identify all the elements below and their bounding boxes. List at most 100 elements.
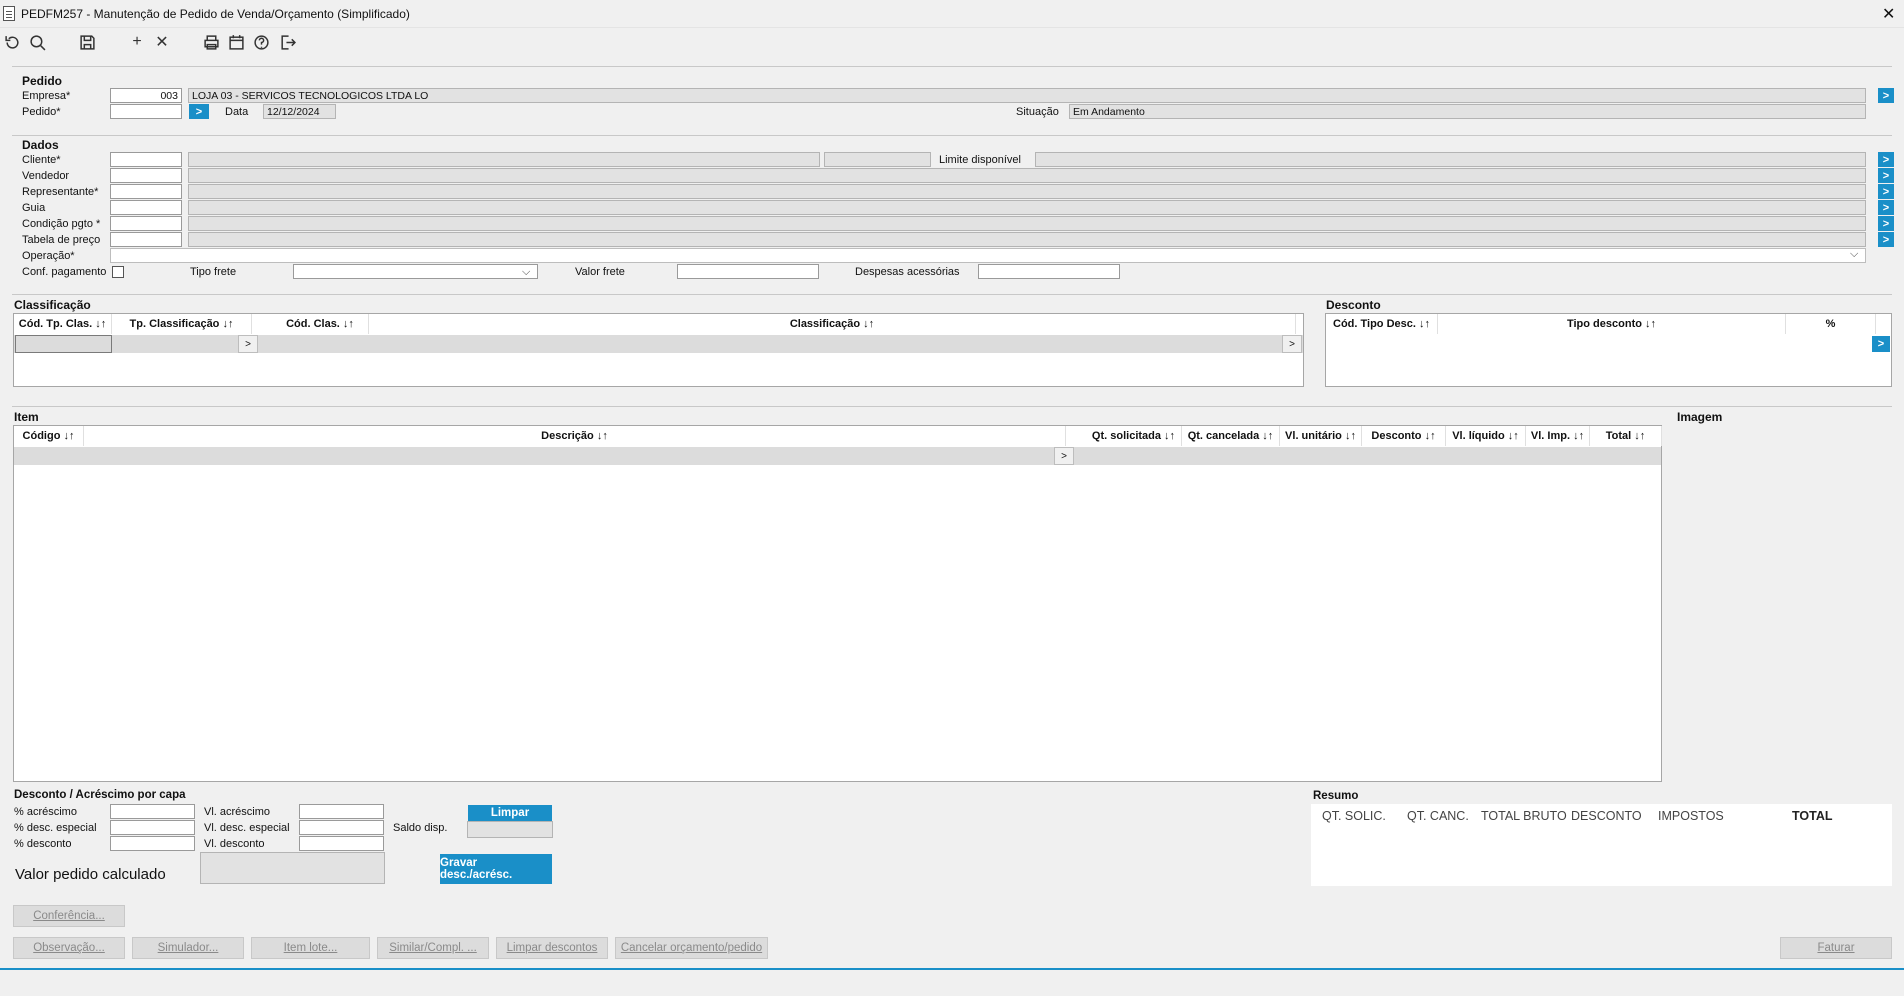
help-icon[interactable]	[251, 32, 271, 52]
col-cod-tipo-desc[interactable]: Cód. Tipo Desc. ↓↑	[1326, 314, 1438, 334]
gravar-button[interactable]: Gravar desc./acrésc.	[440, 854, 552, 884]
cliente-lookup-button[interactable]: >	[1878, 152, 1894, 167]
cliente-input[interactable]	[110, 152, 182, 167]
col-vl-unitario[interactable]: Vl. unitário ↓↑	[1280, 426, 1362, 446]
classificacao-row[interactable]	[14, 335, 1303, 353]
data-label: Data	[225, 106, 249, 118]
condicao-lookup-button[interactable]: >	[1878, 216, 1894, 231]
col-percent[interactable]: %	[1786, 314, 1876, 334]
divider	[12, 66, 1892, 67]
item-section-title: Item	[14, 410, 39, 424]
col-vl-imp[interactable]: Vl. Imp. ↓↑	[1526, 426, 1590, 446]
representante-input[interactable]	[110, 184, 182, 199]
conferencia-button[interactable]: Conferência...	[13, 905, 125, 927]
desconto-section-title: Desconto	[1326, 298, 1381, 312]
situacao-label: Situação	[1016, 106, 1059, 118]
classificacao-row-button-2[interactable]: >	[1282, 335, 1302, 353]
col-vl-liquido[interactable]: Vl. líquido ↓↑	[1446, 426, 1526, 446]
despesas-input[interactable]	[978, 264, 1120, 279]
guia-input[interactable]	[110, 200, 182, 215]
tipo-frete-label: Tipo frete	[190, 266, 237, 278]
desconto-add-button[interactable]: >	[1872, 336, 1890, 352]
divider	[12, 406, 1892, 407]
calendar-icon[interactable]	[226, 32, 246, 52]
conf-pagamento-label: Conf. pagamento	[22, 266, 107, 278]
representante-name-field	[188, 184, 1866, 199]
delete-icon[interactable]: ✕	[152, 32, 172, 52]
col-tipo-desconto[interactable]: Tipo desconto ↓↑	[1438, 314, 1786, 334]
pct-desconto-input[interactable]	[110, 836, 195, 851]
limite-field	[1035, 152, 1866, 167]
add-icon[interactable]: +	[127, 32, 147, 52]
conf-pagamento-checkbox[interactable]	[112, 266, 124, 278]
pct-acrescimo-input[interactable]	[110, 804, 195, 819]
vendedor-input[interactable]	[110, 168, 182, 183]
resumo-total: TOTAL	[1792, 809, 1833, 823]
vl-desconto-input[interactable]	[299, 836, 384, 851]
faturar-button[interactable]: Faturar	[1780, 937, 1892, 959]
print-icon[interactable]	[201, 32, 221, 52]
cliente-name-field	[188, 152, 820, 167]
pct-desc-especial-label: % desc. especial	[14, 822, 97, 834]
tipo-frete-chevron-down-icon[interactable]: ⌵	[522, 266, 530, 279]
limpar-descontos-button[interactable]: Limpar descontos	[496, 937, 608, 959]
cancelar-button[interactable]: Cancelar orçamento/pedido	[615, 937, 768, 959]
col-descricao[interactable]: Descrição ↓↑	[84, 426, 1066, 446]
save-icon[interactable]	[77, 32, 97, 52]
item-row[interactable]	[14, 447, 1661, 465]
guia-lookup-button[interactable]: >	[1878, 200, 1894, 215]
simulador-button[interactable]: Simulador...	[132, 937, 244, 959]
operacao-label: Operação*	[22, 250, 75, 262]
col-qt-cancelada[interactable]: Qt. cancelada ↓↑	[1182, 426, 1280, 446]
limite-label: Limite disponível	[939, 154, 1021, 166]
pedido-input[interactable]	[110, 104, 182, 119]
classificacao-row-button[interactable]: >	[238, 335, 258, 353]
undo-icon[interactable]	[2, 32, 22, 52]
exit-icon[interactable]	[277, 32, 297, 52]
vendedor-label: Vendedor	[22, 170, 70, 182]
saldo-label: Saldo disp.	[393, 822, 448, 834]
col-cod-tp-clas[interactable]: Cód. Tp. Clas. ↓↑	[14, 314, 112, 334]
search-icon[interactable]	[27, 32, 47, 52]
representante-lookup-button[interactable]: >	[1878, 184, 1894, 199]
pct-desc-especial-input[interactable]	[110, 820, 195, 835]
condicao-input[interactable]	[110, 216, 182, 231]
col-codigo[interactable]: Código ↓↑	[14, 426, 84, 446]
item-row-button[interactable]: >	[1054, 447, 1074, 465]
col-classificacao[interactable]: Classificação ↓↑	[369, 314, 1296, 334]
limpar-button[interactable]: Limpar	[468, 805, 552, 821]
observacao-button[interactable]: Observação...	[13, 937, 125, 959]
col-cod-clas[interactable]: Cód. Clas. ↓↑	[272, 314, 369, 334]
tabela-input[interactable]	[110, 232, 182, 247]
col-desconto[interactable]: Desconto ↓↑	[1362, 426, 1446, 446]
valor-frete-input[interactable]	[677, 264, 819, 279]
operacao-chevron-down-icon[interactable]: ⌵	[1850, 248, 1858, 261]
vendedor-lookup-button[interactable]: >	[1878, 168, 1894, 183]
col-tp-classificacao[interactable]: Tp. Classificação ↓↑	[112, 314, 252, 334]
classificacao-cell-editor[interactable]	[15, 335, 112, 353]
empresa-code-input[interactable]: 003	[110, 88, 182, 103]
toolbar: + ✕	[0, 28, 1904, 58]
vl-acrescimo-input[interactable]	[299, 804, 384, 819]
status-bar	[0, 968, 1904, 996]
col-qt-solicitada[interactable]: Qt. solicitada ↓↑	[1086, 426, 1182, 446]
item-lote-button[interactable]: Item lote...	[251, 937, 370, 959]
window-close-icon[interactable]: ✕	[1882, 4, 1895, 24]
resumo-desconto: DESCONTO	[1571, 809, 1642, 823]
vl-desc-especial-input[interactable]	[299, 820, 384, 835]
operacao-select[interactable]	[110, 248, 1866, 263]
vl-desconto-label: Vl. desconto	[204, 838, 265, 850]
vl-desc-especial-label: Vl. desc. especial	[204, 822, 290, 834]
tabela-lookup-button[interactable]: >	[1878, 232, 1894, 247]
pct-desconto-label: % desconto	[14, 838, 72, 850]
resumo-qt-canc: QT. CANC.	[1407, 809, 1469, 823]
desconto-grid: Cód. Tipo Desc. ↓↑ Tipo desconto ↓↑ % >	[1325, 313, 1892, 387]
imagem-section-title: Imagem	[1677, 410, 1723, 424]
tipo-frete-select[interactable]	[293, 264, 538, 279]
empresa-lookup-button[interactable]: >	[1878, 88, 1894, 103]
col-total[interactable]: Total ↓↑	[1590, 426, 1662, 446]
representante-label: Representante*	[22, 186, 99, 198]
pedido-lookup-button[interactable]: >	[189, 104, 209, 119]
resumo-impostos: IMPOSTOS	[1658, 809, 1724, 823]
similar-compl-button[interactable]: Similar/Compl. ...	[377, 937, 489, 959]
